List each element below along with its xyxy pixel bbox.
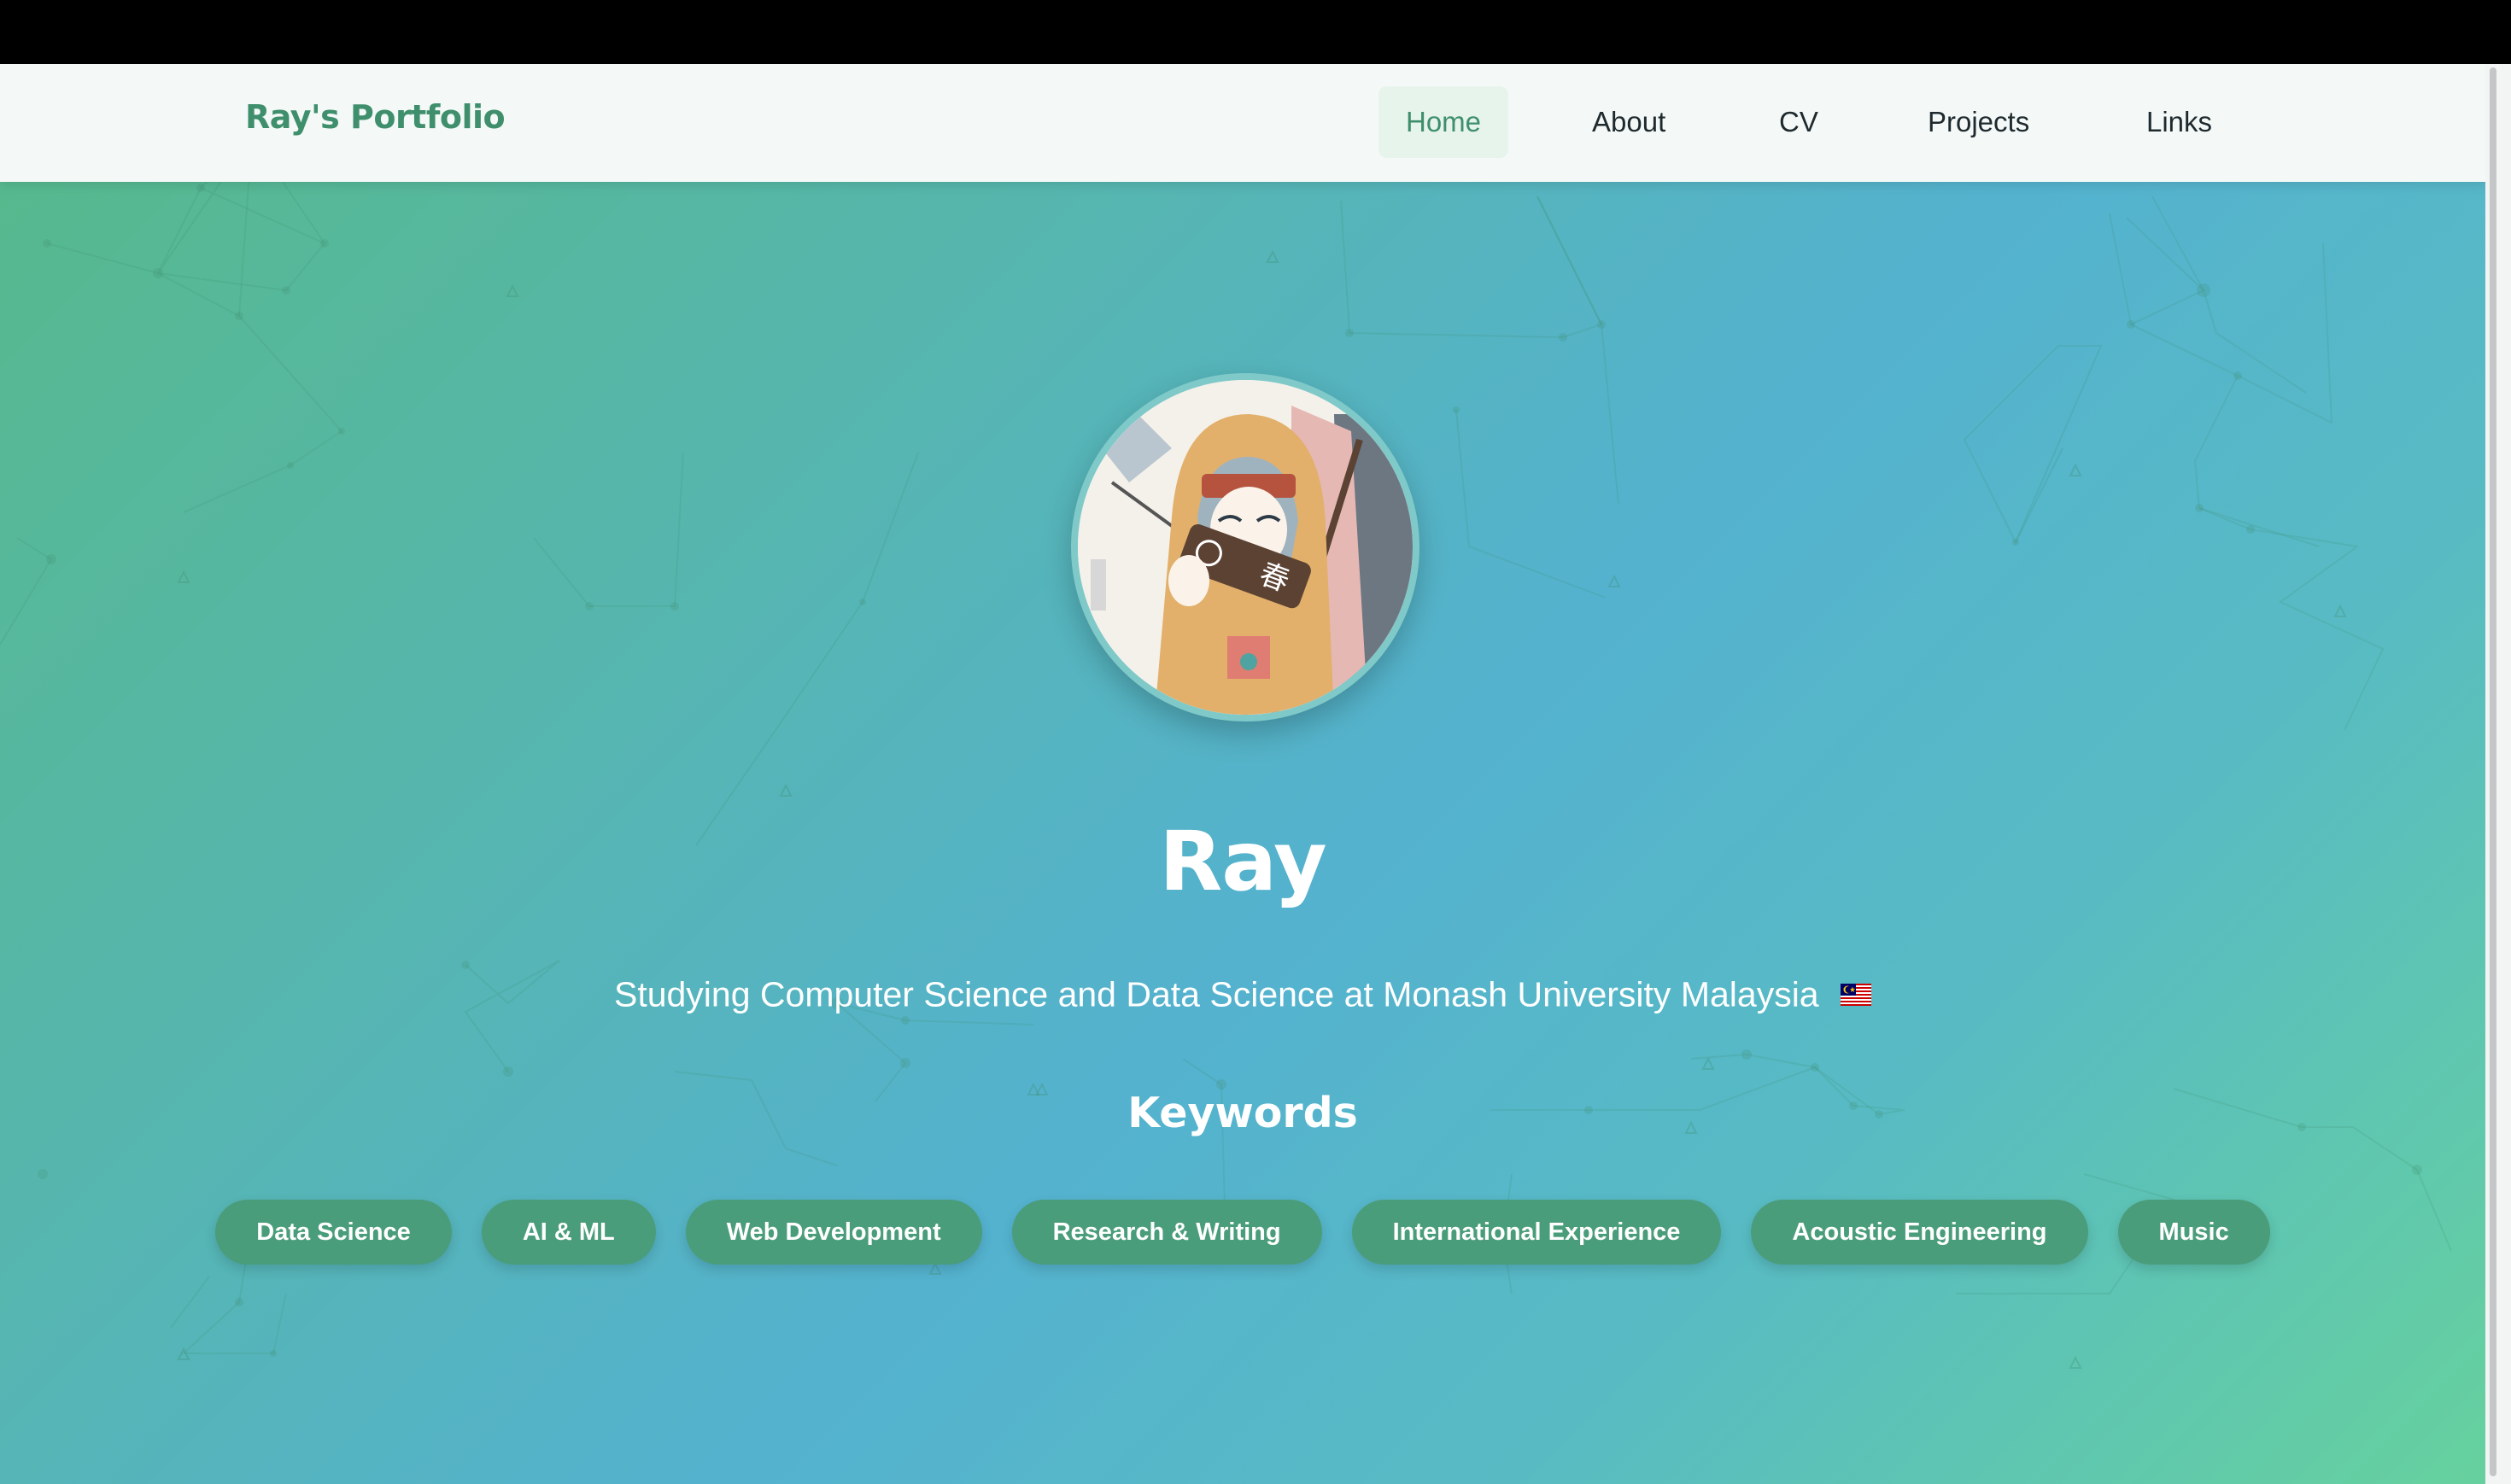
browser-top-bar — [0, 0, 2511, 64]
page-viewport: Ray's Portfolio Home About CV Projects L… — [0, 64, 2485, 1484]
keyword-chip-data-science[interactable]: Data Science — [215, 1200, 452, 1265]
profile-name: Ray — [1159, 814, 1326, 909]
nav-cv[interactable]: CV — [1752, 86, 1846, 158]
keyword-chip-list: Data Science AI & ML Web Development Res… — [0, 1200, 2485, 1265]
keyword-chip-research-writing[interactable]: Research & Writing — [1011, 1200, 1322, 1265]
keyword-chip-acoustic-engineering[interactable]: Acoustic Engineering — [1751, 1200, 2088, 1265]
top-navigation-bar: Ray's Portfolio Home About CV Projects L… — [0, 64, 2485, 182]
nav-about[interactable]: About — [1565, 86, 1693, 158]
profile-tagline: Studying Computer Science and Data Scien… — [0, 974, 2485, 1020]
nav-projects[interactable]: Projects — [1900, 86, 2057, 158]
nav-home[interactable]: Home — [1378, 86, 1509, 158]
keyword-chip-music[interactable]: Music — [2117, 1200, 2270, 1265]
keyword-chip-web-development[interactable]: Web Development — [685, 1200, 982, 1265]
scrollbar-thumb[interactable] — [2490, 67, 2496, 1476]
background-network-pattern — [0, 131, 2452, 1369]
profile-avatar: 春 — [1071, 373, 1419, 722]
nav-links[interactable]: Links — [2119, 86, 2239, 158]
keyword-chip-ai-ml[interactable]: AI & ML — [481, 1200, 656, 1265]
tagline-text: Studying Computer Science and Data Scien… — [613, 974, 1819, 1014]
keywords-heading: Keywords — [1127, 1089, 1358, 1137]
anime-portrait-avatar-icon: 春 — [1078, 380, 1413, 715]
keyword-chip-international-experience[interactable]: International Experience — [1351, 1200, 1722, 1265]
malaysia-flag-icon — [1841, 974, 1872, 1014]
site-brand-logo[interactable]: Ray's Portfolio — [245, 98, 506, 136]
vertical-scrollbar[interactable] — [2485, 64, 2511, 1484]
